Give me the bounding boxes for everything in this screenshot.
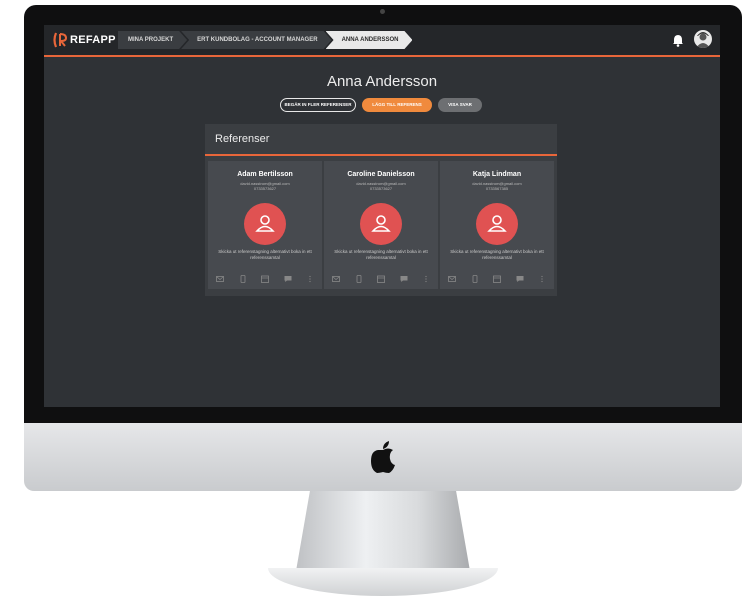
reference-card[interactable]: Caroline Danielsson david.nasstrom@gmail… — [324, 161, 438, 289]
phone-icon[interactable] — [355, 275, 363, 283]
mail-icon[interactable] — [216, 275, 224, 283]
user-avatar-icon[interactable] — [694, 30, 712, 48]
add-reference-button[interactable]: LÄGG TILL REFERENS — [362, 98, 432, 112]
reference-phone: 0733567385 — [485, 186, 509, 191]
references-panel-header: Referenser — [205, 124, 557, 156]
reference-phone: 0733573627 — [369, 186, 393, 191]
reference-actions — [216, 274, 314, 284]
apple-logo-icon — [368, 440, 398, 474]
reference-description: Skicka ut referenstagning alternativt bo… — [450, 249, 544, 260]
calendar-icon[interactable] — [493, 275, 501, 283]
reference-name: Katja Lindman — [472, 171, 522, 178]
chat-icon[interactable] — [400, 275, 408, 283]
request-more-references-button[interactable]: BEGÄR IN FLER REFERENSER — [280, 98, 356, 112]
top-bar: REFAPP MINA PROJEKT ERT KUNDBOLAG - ACCO… — [44, 25, 720, 57]
breadcrumb-item-company[interactable]: ERT KUNDBOLAG - ACCOUNT MANAGER — [181, 31, 331, 49]
action-buttons: BEGÄR IN FLER REFERENSER LÄGG TILL REFER… — [280, 98, 482, 112]
logo[interactable]: REFAPP — [52, 31, 116, 49]
monitor-stand — [296, 491, 470, 571]
reference-description: Skicka ut referenstagning alternativt bo… — [218, 249, 312, 260]
calendar-icon[interactable] — [377, 275, 385, 283]
more-icon[interactable] — [538, 275, 546, 283]
chat-icon[interactable] — [516, 275, 524, 283]
reference-actions — [332, 274, 430, 284]
references-panel-title: Referenser — [215, 133, 270, 145]
more-icon[interactable] — [306, 275, 314, 283]
reference-name: Adam Bertilsson — [237, 171, 293, 178]
monitor-foot — [268, 568, 498, 596]
chat-icon[interactable] — [284, 275, 292, 283]
person-icon — [244, 203, 286, 245]
more-icon[interactable] — [422, 275, 430, 283]
mail-icon[interactable] — [448, 275, 456, 283]
reference-phone: 0733573627 — [253, 186, 277, 191]
reference-actions — [448, 274, 546, 284]
show-answers-button[interactable]: VISA SVAR — [438, 98, 482, 112]
app-screen: REFAPP MINA PROJEKT ERT KUNDBOLAG - ACCO… — [44, 25, 720, 407]
reference-card[interactable]: Katja Lindman david.nasstrom@gmail.com 0… — [440, 161, 554, 289]
calendar-icon[interactable] — [261, 275, 269, 283]
refapp-logo-icon — [52, 31, 68, 49]
reference-card[interactable]: Adam Bertilsson david.nasstrom@gmail.com… — [208, 161, 322, 289]
reference-description: Skicka ut referenstagning alternativt bo… — [334, 249, 428, 260]
breadcrumb: MINA PROJEKT ERT KUNDBOLAG - ACCOUNT MAN… — [118, 31, 406, 49]
breadcrumb-item-projects[interactable]: MINA PROJEKT — [118, 31, 187, 49]
reference-name: Caroline Danielsson — [347, 171, 415, 178]
phone-icon[interactable] — [471, 275, 479, 283]
mail-icon[interactable] — [332, 275, 340, 283]
camera — [380, 9, 385, 14]
references-panel: Referenser Adam Bertilsson david.nasstro… — [205, 124, 557, 296]
person-icon — [476, 203, 518, 245]
bell-icon[interactable] — [672, 33, 684, 47]
person-icon — [360, 203, 402, 245]
page-title: Anna Andersson — [326, 73, 438, 90]
phone-icon[interactable] — [239, 275, 247, 283]
breadcrumb-item-candidate[interactable]: ANNA ANDERSSON — [326, 31, 413, 49]
logo-text: REFAPP — [70, 34, 116, 46]
